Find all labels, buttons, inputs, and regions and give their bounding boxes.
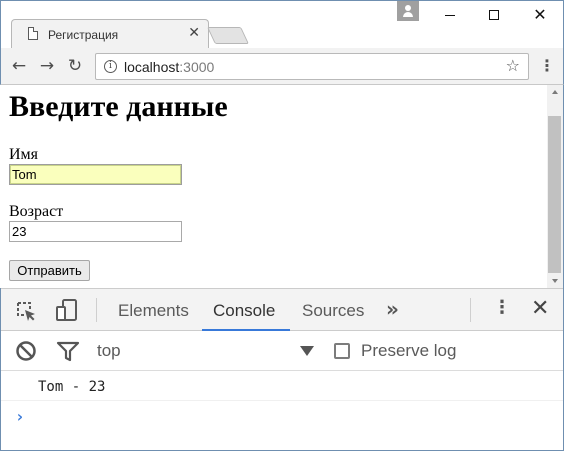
scroll-down-arrow-icon[interactable] xyxy=(552,279,558,283)
page-document-icon xyxy=(28,27,38,40)
url-text[interactable]: localhost:3000 xyxy=(124,59,214,75)
toolbar-divider xyxy=(470,298,471,322)
device-toolbar-icon[interactable] xyxy=(55,298,79,322)
address-bar[interactable]: i localhost:3000 ☆ xyxy=(95,53,529,80)
filter-icon[interactable] xyxy=(56,340,80,362)
console-prompt-icon[interactable]: › xyxy=(15,407,25,426)
context-selector[interactable]: top xyxy=(97,341,121,361)
tab-sources[interactable]: Sources xyxy=(302,301,364,321)
browser-toolbar: ← → ↻ i localhost:3000 ☆ ⋮ xyxy=(0,48,564,85)
preserve-log-checkbox[interactable] xyxy=(334,343,350,359)
window-titlebar: Регистрация ✕ ✕ xyxy=(0,0,564,50)
profile-avatar-icon[interactable] xyxy=(397,1,419,21)
url-host: localhost xyxy=(124,59,180,75)
page-scrollbar[interactable] xyxy=(547,85,564,288)
info-icon[interactable]: i xyxy=(104,60,117,73)
devtools-tabbar: Elements Console Sources » ⋮ ✕ xyxy=(1,288,563,331)
tab-console[interactable]: Console xyxy=(213,301,275,321)
maximize-window-button[interactable] xyxy=(479,5,509,25)
minimize-window-button[interactable] xyxy=(435,5,465,25)
console-message-text: Tom - 23 xyxy=(38,379,106,395)
bookmark-star-icon[interactable]: ☆ xyxy=(506,56,520,75)
page-viewport: Введите данные Имя Возраст Отправить xyxy=(1,85,547,288)
tab-elements[interactable]: Elements xyxy=(118,301,189,321)
tab-close-icon[interactable]: ✕ xyxy=(188,25,200,41)
preserve-log-label[interactable]: Preserve log xyxy=(361,341,456,361)
forward-arrow-icon[interactable]: → xyxy=(37,56,57,76)
tab-title: Регистрация xyxy=(48,28,119,42)
devtools-close-icon[interactable]: ✕ xyxy=(531,296,549,321)
new-tab-button[interactable] xyxy=(207,27,249,44)
name-input[interactable] xyxy=(9,164,182,185)
name-label: Имя xyxy=(9,146,39,163)
console-toolbar: top Preserve log xyxy=(1,331,563,371)
submit-button[interactable]: Отправить xyxy=(9,260,90,281)
age-label: Возраст xyxy=(9,203,64,220)
context-dropdown-arrow-icon[interactable] xyxy=(300,346,314,356)
clear-console-icon[interactable] xyxy=(15,340,37,362)
close-window-button[interactable]: ✕ xyxy=(525,5,555,25)
page-heading: Введите данные xyxy=(9,90,228,123)
url-port: :3000 xyxy=(179,59,215,75)
console-message: Tom - 23 xyxy=(1,371,563,401)
inspect-element-icon[interactable] xyxy=(15,300,37,322)
scrollbar-thumb[interactable] xyxy=(548,116,561,273)
browser-tab[interactable]: Регистрация ✕ xyxy=(11,19,209,50)
age-input[interactable] xyxy=(9,221,182,242)
more-tabs-chevron-icon[interactable]: » xyxy=(386,297,399,321)
reload-icon[interactable]: ↻ xyxy=(65,56,85,76)
back-arrow-icon[interactable]: ← xyxy=(9,56,29,76)
scroll-up-arrow-icon[interactable] xyxy=(552,90,558,94)
browser-menu-icon[interactable]: ⋮ xyxy=(539,56,555,76)
toolbar-divider xyxy=(96,298,97,322)
devtools-panel: Elements Console Sources » ⋮ ✕ top Prese… xyxy=(0,288,564,451)
devtools-menu-icon[interactable]: ⋮ xyxy=(493,297,511,318)
